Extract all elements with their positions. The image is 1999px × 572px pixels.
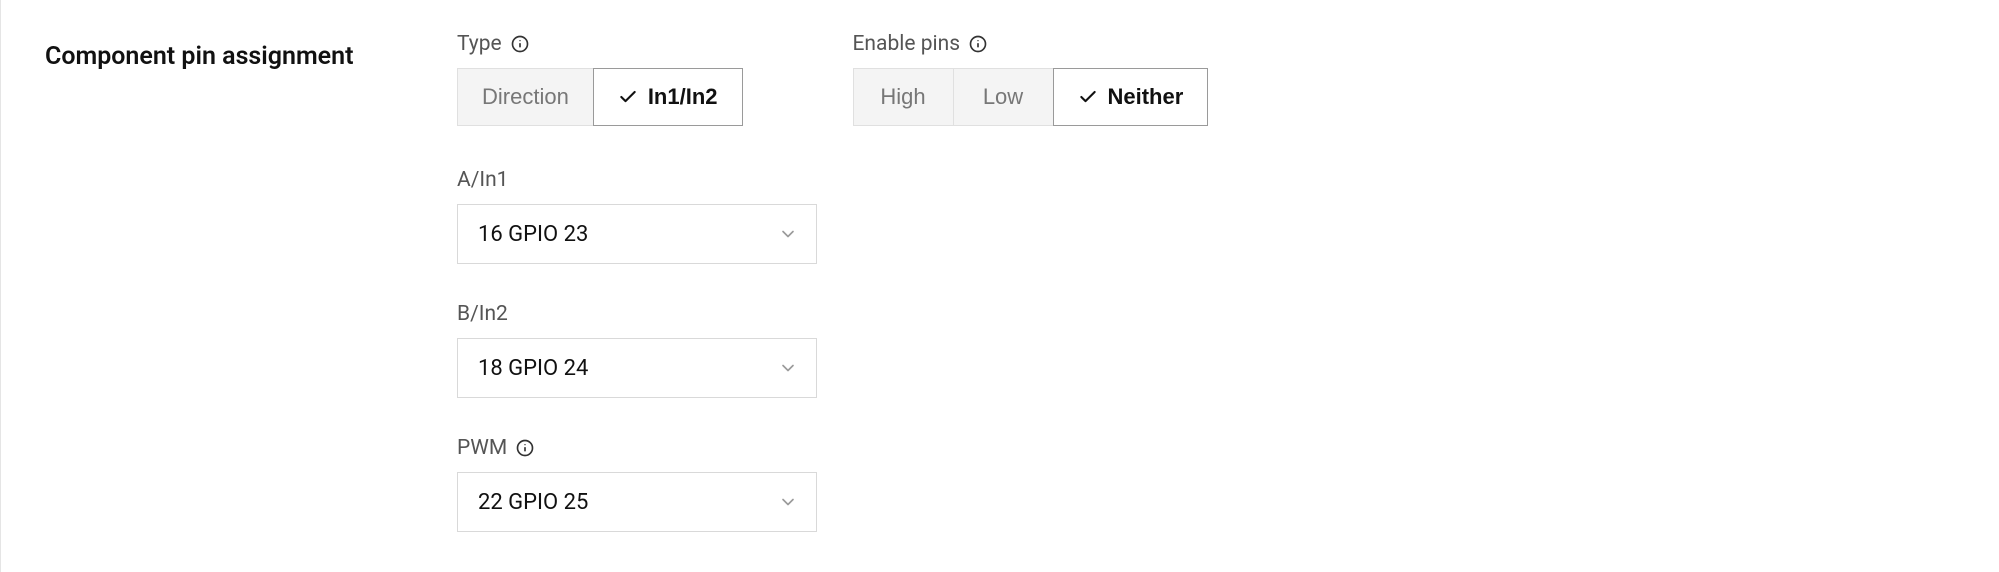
b-in2-field: B/In2 18 GPIO 24 (457, 302, 1975, 398)
b-in2-label: B/In2 (457, 302, 508, 326)
a-in1-field: A/In1 16 GPIO 23 (457, 168, 1975, 264)
type-option-direction[interactable]: Direction (458, 69, 594, 125)
type-label-row: Type (457, 32, 743, 56)
enable-option-neither[interactable]: Neither (1054, 69, 1208, 125)
a-in1-label-row: A/In1 (457, 168, 1975, 192)
type-option-direction-label: Direction (482, 84, 569, 110)
chevron-down-icon (778, 224, 798, 244)
type-option-in1in2-label: In1/In2 (648, 84, 718, 110)
pwm-label-row: PWM (457, 436, 1975, 460)
b-in2-select[interactable]: 18 GPIO 24 (457, 338, 817, 398)
a-in1-value: 16 GPIO 23 (478, 222, 588, 247)
b-in2-value: 18 GPIO 24 (478, 356, 588, 381)
section-content-column: Type Direction (457, 32, 1975, 540)
segmented-controls-row: Type Direction (457, 32, 1975, 126)
enable-pins-segmented-control: High Low Neither (853, 68, 1209, 126)
pwm-select[interactable]: 22 GPIO 25 (457, 472, 817, 532)
section-title: Component pin assignment (45, 40, 457, 74)
pwm-field: PWM 22 GPIO 25 (457, 436, 1975, 532)
check-icon (1078, 87, 1098, 107)
type-label: Type (457, 32, 502, 56)
a-in1-select[interactable]: 16 GPIO 23 (457, 204, 817, 264)
enable-pins-field: Enable pins High Low (853, 32, 1209, 126)
enable-option-low[interactable]: Low (954, 69, 1054, 125)
a-in1-label: A/In1 (457, 168, 508, 192)
b-in2-label-row: B/In2 (457, 302, 1975, 326)
pin-assignment-section: Component pin assignment Type (0, 0, 1999, 572)
type-field: Type Direction (457, 32, 743, 126)
section-heading-column: Component pin assignment (25, 32, 457, 540)
enable-option-high-label: High (880, 84, 925, 110)
info-icon[interactable] (515, 438, 535, 458)
enable-pins-label-row: Enable pins (853, 32, 1209, 56)
enable-option-low-label: Low (983, 84, 1023, 110)
pwm-label: PWM (457, 436, 507, 460)
pwm-value: 22 GPIO 25 (478, 490, 588, 515)
enable-option-neither-label: Neither (1108, 84, 1184, 110)
chevron-down-icon (778, 358, 798, 378)
enable-pins-label: Enable pins (853, 32, 961, 56)
info-icon[interactable] (510, 34, 530, 54)
info-icon[interactable] (968, 34, 988, 54)
type-option-in1in2[interactable]: In1/In2 (594, 69, 742, 125)
chevron-down-icon (778, 492, 798, 512)
check-icon (618, 87, 638, 107)
enable-option-high[interactable]: High (854, 69, 954, 125)
type-segmented-control: Direction In1/In2 (457, 68, 743, 126)
